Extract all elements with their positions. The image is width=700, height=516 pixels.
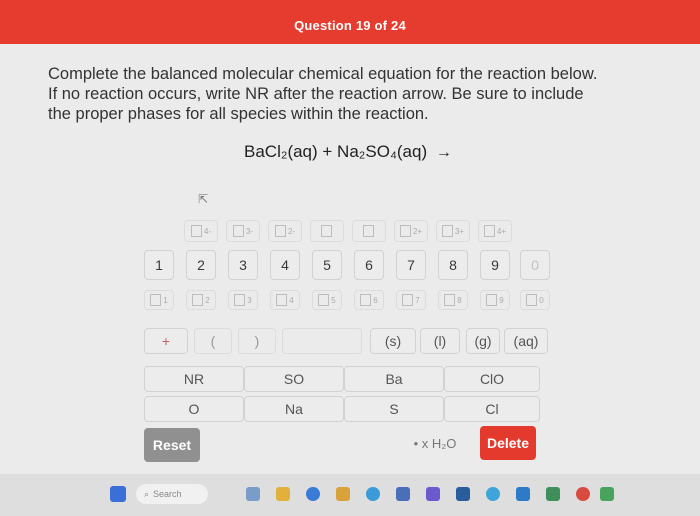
- app-icon[interactable]: [456, 487, 470, 501]
- app-icon-3[interactable]: [600, 487, 614, 501]
- cl-button[interactable]: Cl: [444, 396, 540, 422]
- open-paren-button[interactable]: (: [194, 328, 232, 354]
- digit-button-8[interactable]: 8: [438, 250, 468, 280]
- subscript-button-6[interactable]: 6: [354, 290, 384, 310]
- prompt-line-1: Complete the balanced molecular chemical…: [48, 65, 598, 83]
- charge-button-2-plus[interactable]: 2+: [394, 220, 428, 242]
- equation-text: BaCl₂(aq) + Na₂SO₄(aq): [244, 142, 428, 161]
- charge-button-minus[interactable]: [310, 220, 344, 242]
- nr-button[interactable]: NR: [144, 366, 244, 392]
- chrome-icon[interactable]: [366, 487, 380, 501]
- digit-button-1[interactable]: 1: [144, 250, 174, 280]
- task-view-icon[interactable]: [246, 487, 260, 501]
- water-of-hydration-button[interactable]: • x H₂O: [404, 432, 466, 454]
- charge-button-3-plus[interactable]: 3+: [436, 220, 470, 242]
- subscript-button-2[interactable]: 2: [186, 290, 216, 310]
- digit-button-4[interactable]: 4: [270, 250, 300, 280]
- s-button[interactable]: S: [344, 396, 444, 422]
- windows-start-icon[interactable]: [110, 486, 126, 502]
- app-icon-2[interactable]: [486, 487, 500, 501]
- mouse-cursor-icon: ⇱: [198, 192, 209, 206]
- subscript-button-3[interactable]: 3: [228, 290, 258, 310]
- delete-button[interactable]: Delete: [480, 426, 536, 460]
- o-button[interactable]: O: [144, 396, 244, 422]
- subscript-button-0[interactable]: 0: [520, 290, 550, 310]
- charge-button-plus[interactable]: [352, 220, 386, 242]
- phase-liquid-button[interactable]: (l): [420, 328, 460, 354]
- charge-button-4-plus[interactable]: 4+: [478, 220, 512, 242]
- mail-icon[interactable]: [516, 487, 530, 501]
- charge-button-3-minus[interactable]: 3-: [226, 220, 260, 242]
- digit-button-7[interactable]: 7: [396, 250, 426, 280]
- digit-button-2[interactable]: 2: [186, 250, 216, 280]
- teams-icon[interactable]: [426, 487, 440, 501]
- charge-button-2-minus[interactable]: 2-: [268, 220, 302, 242]
- edge-icon[interactable]: [306, 487, 320, 501]
- subscript-button-5[interactable]: 5: [312, 290, 342, 310]
- clo-button[interactable]: ClO: [444, 366, 540, 392]
- phase-gas-button[interactable]: (g): [466, 328, 500, 354]
- reaction-arrow-icon: →: [435, 144, 452, 161]
- phase-solid-button[interactable]: (s): [370, 328, 416, 354]
- phase-aqueous-button[interactable]: (aq): [504, 328, 548, 354]
- search-icon: ⌕: [144, 488, 150, 499]
- question-prompt: Complete the balanced molecular chemical…: [48, 64, 668, 124]
- os-taskbar: ⌕ Search: [0, 474, 700, 516]
- taskbar-search-label: Search: [153, 489, 182, 499]
- question-header: Question 19 of 24: [0, 8, 700, 44]
- reset-button[interactable]: Reset: [144, 428, 200, 462]
- digit-button-0[interactable]: 0: [520, 250, 550, 280]
- prompt-line-3: the proper phases for all species within…: [48, 105, 429, 123]
- chemical-equation[interactable]: BaCl₂(aq) + Na₂SO₄(aq) →: [244, 142, 452, 162]
- plus-button[interactable]: +: [144, 328, 188, 354]
- digit-button-6[interactable]: 6: [354, 250, 384, 280]
- so-button[interactable]: SO: [244, 366, 344, 392]
- folder-icon[interactable]: [336, 487, 350, 501]
- subscript-button-9[interactable]: 9: [480, 290, 510, 310]
- subscript-button-4[interactable]: 4: [270, 290, 300, 310]
- file-explorer-icon[interactable]: [276, 487, 290, 501]
- arrow-button[interactable]: [282, 328, 362, 354]
- subscript-button-7[interactable]: 7: [396, 290, 426, 310]
- question-content: Complete the balanced molecular chemical…: [0, 44, 700, 474]
- store-icon[interactable]: [396, 487, 410, 501]
- top-accent-bar: [0, 0, 700, 8]
- digit-button-3[interactable]: 3: [228, 250, 258, 280]
- prompt-line-2: If no reaction occurs, write NR after th…: [48, 85, 584, 103]
- ba-button[interactable]: Ba: [344, 366, 444, 392]
- na-button[interactable]: Na: [244, 396, 344, 422]
- digit-button-9[interactable]: 9: [480, 250, 510, 280]
- google-icon[interactable]: [576, 487, 590, 501]
- subscript-button-1[interactable]: 1: [144, 290, 174, 310]
- taskbar-search[interactable]: ⌕ Search: [136, 484, 208, 504]
- question-label: Question 19 of 24: [294, 18, 406, 33]
- digit-button-5[interactable]: 5: [312, 250, 342, 280]
- photos-icon[interactable]: [546, 487, 560, 501]
- subscript-button-8[interactable]: 8: [438, 290, 468, 310]
- charge-button-4-minus[interactable]: 4-: [184, 220, 218, 242]
- close-paren-button[interactable]: ): [238, 328, 276, 354]
